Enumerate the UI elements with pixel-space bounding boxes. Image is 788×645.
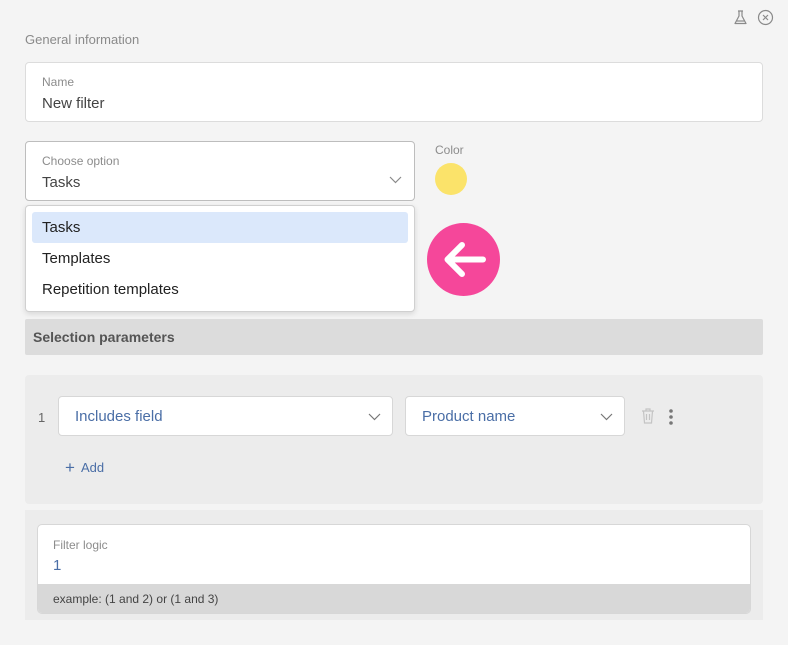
filter-logic-hint: example: (1 and 2) or (1 and 3) (38, 584, 750, 613)
type-select-label: Choose option (42, 154, 120, 168)
filter-logic-panel: Filter logic 1 example: (1 and 2) or (1 … (25, 510, 763, 620)
chevron-down-icon (368, 413, 381, 421)
flask-icon[interactable] (732, 9, 749, 26)
dropdown-option-repetition-templates[interactable]: Repetition templates (32, 274, 408, 305)
chevron-down-icon (389, 176, 402, 184)
condition-select[interactable]: Includes field (58, 396, 393, 436)
add-label: Add (80, 460, 105, 475)
trash-icon[interactable] (640, 407, 656, 425)
plus-icon: + (65, 458, 75, 477)
close-circle-icon[interactable] (757, 9, 774, 26)
color-label: Color (435, 143, 464, 157)
dropdown-option-templates[interactable]: Templates (32, 243, 408, 274)
name-label: Name (42, 75, 75, 89)
arrow-left-icon (427, 223, 500, 296)
type-select-value: Tasks (42, 174, 81, 191)
filter-logic-label: Filter logic (53, 538, 108, 552)
filter-logic-value[interactable]: 1 (53, 557, 61, 574)
section-title: General information (25, 32, 140, 47)
name-field[interactable]: Name New filter (25, 62, 763, 122)
type-select[interactable]: Choose option Tasks (25, 141, 415, 201)
name-value[interactable]: New filter (42, 95, 105, 112)
more-options-icon[interactable] (665, 408, 677, 426)
selection-parameters-panel: 1 Includes field Product name + Add (25, 375, 763, 504)
selection-parameters-header: Selection parameters (25, 319, 763, 355)
field-select[interactable]: Product name (405, 396, 625, 436)
field-value: Product name (422, 408, 516, 425)
type-dropdown-menu: Tasks Templates Repetition templates (25, 205, 415, 312)
condition-value: Includes field (75, 408, 163, 425)
filter-logic-field[interactable]: Filter logic 1 example: (1 and 2) or (1 … (37, 524, 751, 614)
chevron-down-icon (600, 413, 613, 421)
add-condition-button[interactable]: + Add (65, 458, 105, 477)
row-number: 1 (38, 410, 46, 425)
color-swatch[interactable] (435, 163, 467, 195)
dropdown-option-tasks[interactable]: Tasks (32, 212, 408, 243)
window-controls (732, 9, 774, 26)
